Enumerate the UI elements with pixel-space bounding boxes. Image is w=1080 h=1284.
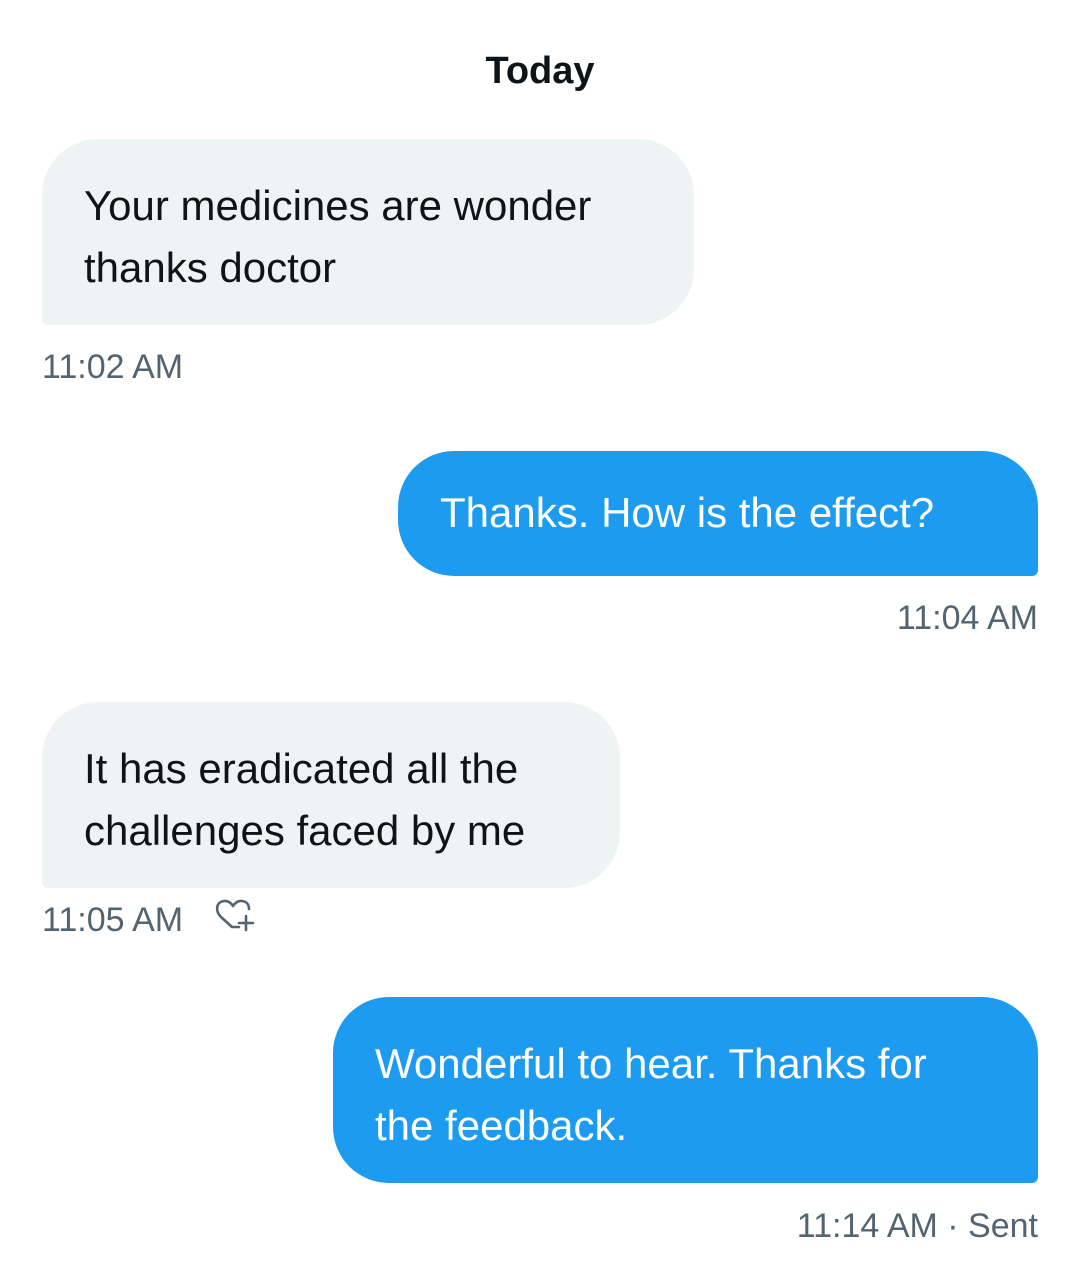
message-timestamp-status: 11:14 AM · Sent	[796, 1207, 1038, 1245]
message-timestamp: 11:04 AM	[896, 599, 1038, 637]
message-timestamp: 11:02 AM	[42, 348, 184, 386]
sent-message-bubble[interactable]: Wonderful to hear. Thanks for the feedba…	[333, 997, 1038, 1183]
received-message-bubble[interactable]: It has eradicated all the challenges fac…	[42, 702, 620, 888]
date-divider: Today	[485, 50, 595, 92]
message-text: Thanks. How is the effect?	[440, 489, 935, 536]
received-message-bubble[interactable]: Your medicines are wonder thanks doctor	[42, 139, 694, 325]
message-text: Your medicines are wonder thanks doctor	[84, 182, 592, 291]
heart-plus-icon[interactable]	[213, 897, 257, 942]
message-timestamp: 11:05 AM	[42, 901, 184, 939]
message-meta-row: 11:05 AM	[42, 897, 257, 942]
message-text: Wonderful to hear. Thanks for the feedba…	[375, 1040, 927, 1149]
message-text: It has eradicated all the challenges fac…	[84, 745, 526, 854]
sent-message-bubble[interactable]: Thanks. How is the effect?	[398, 451, 1038, 576]
